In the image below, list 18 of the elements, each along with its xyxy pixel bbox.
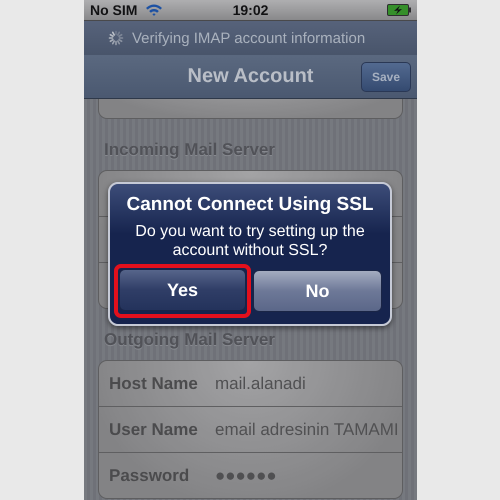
field-value[interactable]: mail.alanadi	[215, 374, 306, 394]
field-label: User Name	[109, 420, 199, 440]
nav-title: New Account	[188, 65, 314, 88]
battery-icon	[387, 4, 411, 16]
spinner-icon	[108, 30, 124, 46]
field-value[interactable]: ●●●●●●	[215, 466, 277, 486]
field-label: Password	[109, 466, 190, 486]
field-value[interactable]: email adresinin TAMAMI	[215, 420, 399, 440]
alert-message: Do you want to try setting up the account without SSL?	[134, 222, 366, 260]
save-button[interactable]: Save	[361, 62, 411, 92]
alert-button[interactable]: No	[253, 270, 382, 312]
wifi-icon	[145, 3, 164, 17]
carrier-text: No SIM	[90, 2, 138, 18]
alert-button[interactable]: Yes	[119, 269, 246, 311]
alert-title: Cannot Connect Using SSL	[126, 194, 374, 216]
activity-text: Verifying IMAP account information	[132, 30, 366, 46]
clock-text: 19:02	[232, 2, 268, 18]
field-label: Host Name	[109, 374, 199, 394]
